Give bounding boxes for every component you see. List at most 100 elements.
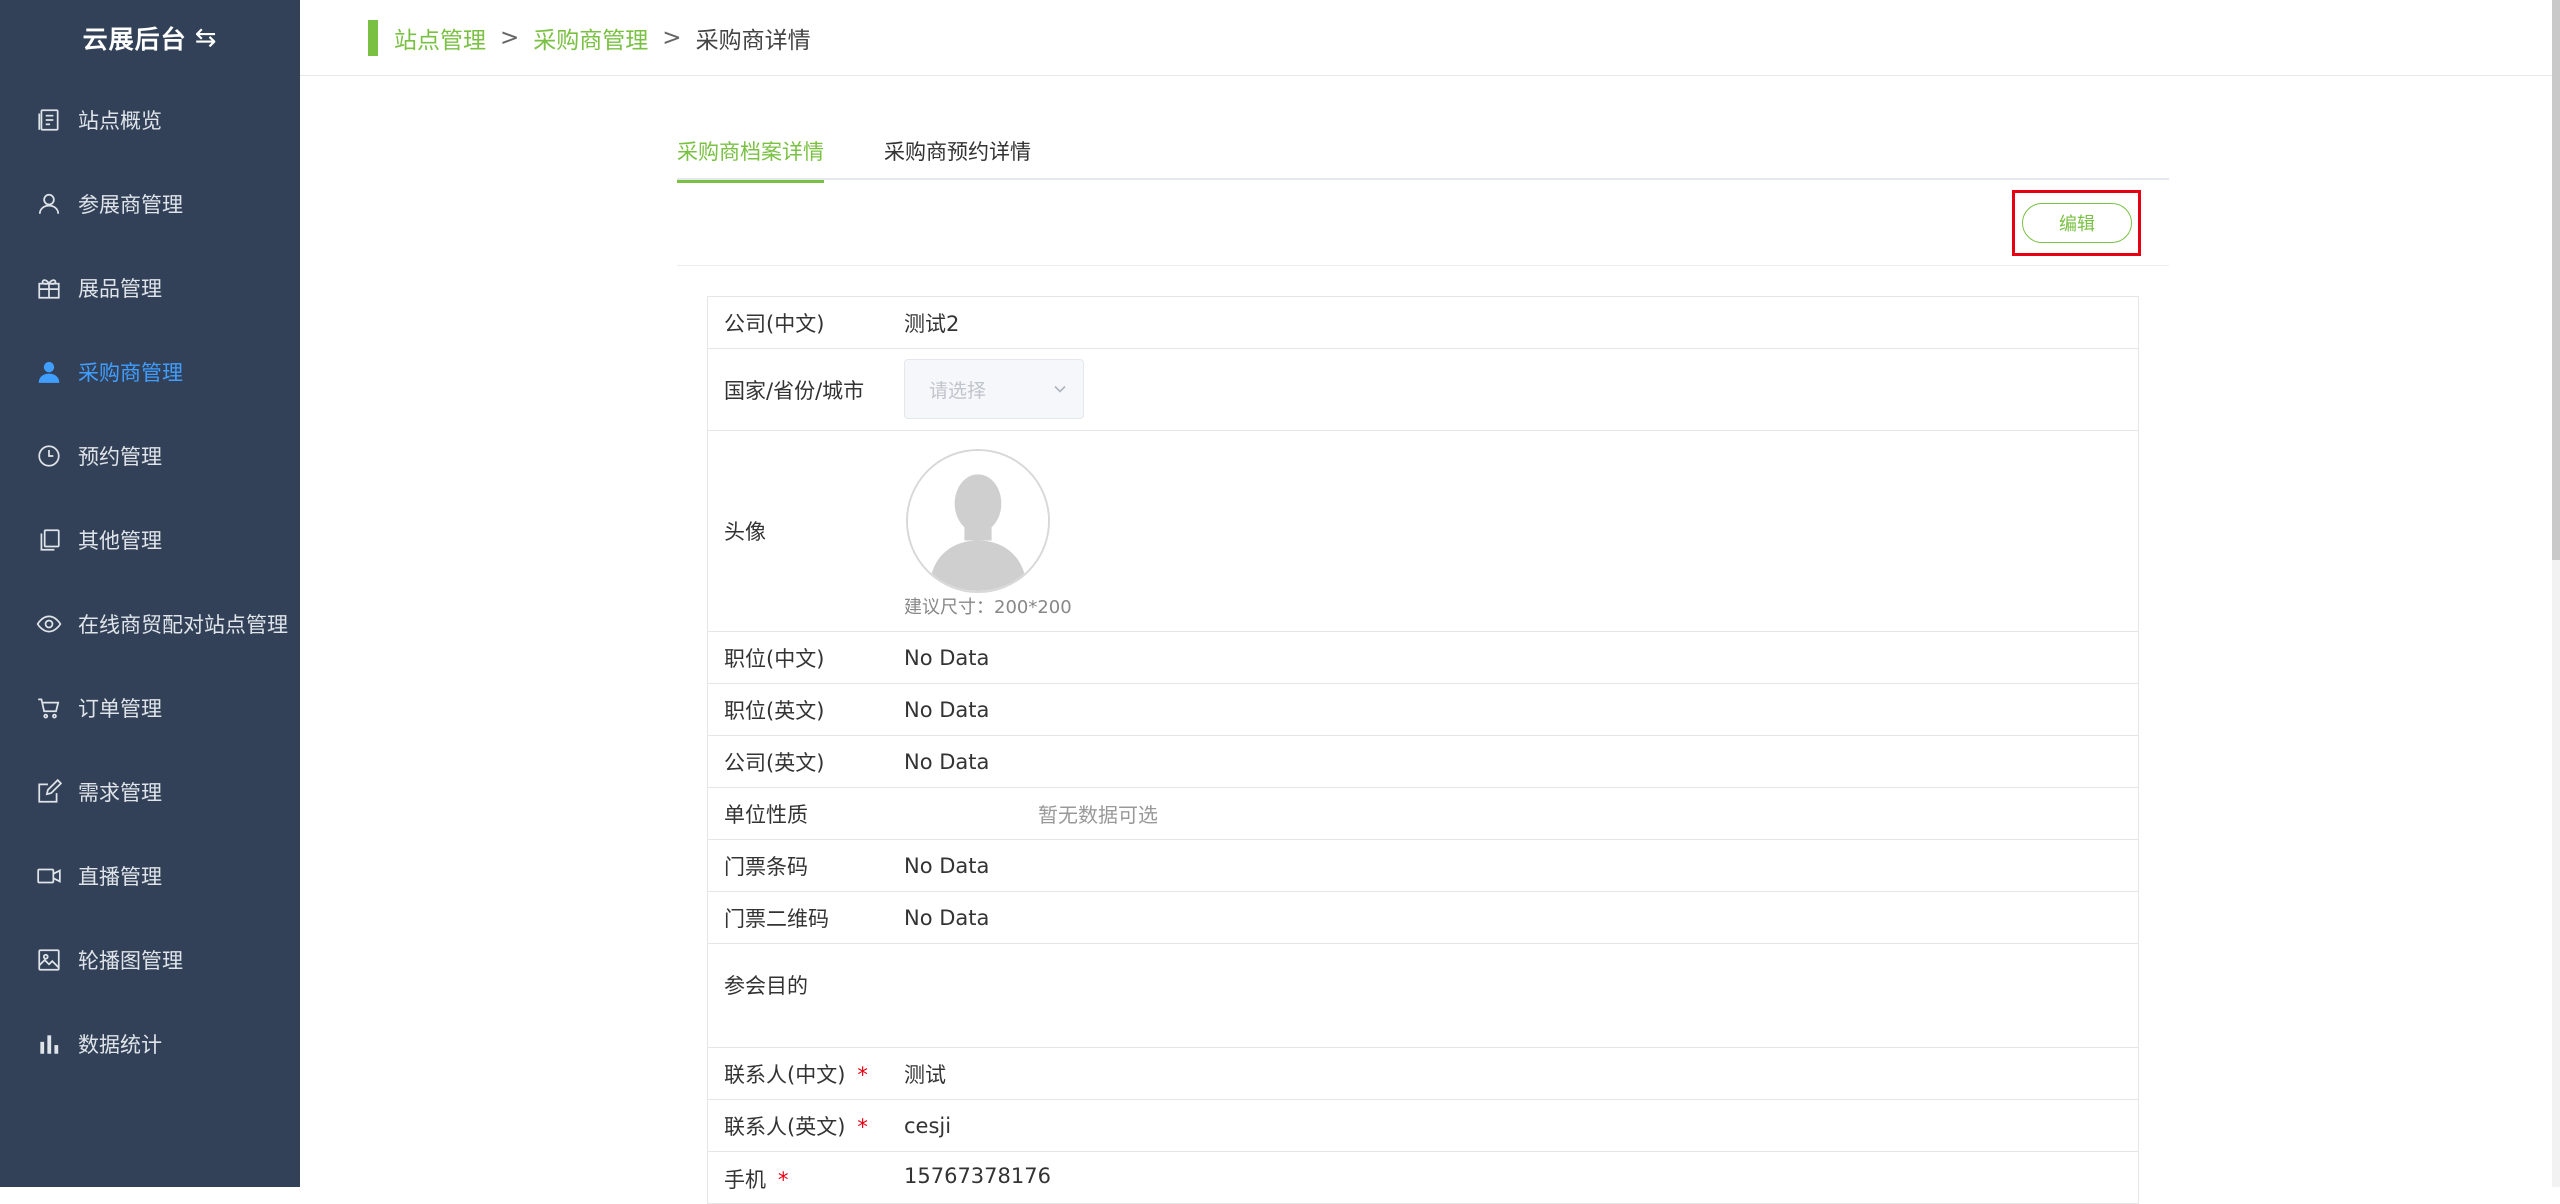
form-row-purpose: 参会目的 [708, 944, 2138, 1048]
required-mark: * [857, 1062, 868, 1087]
sidebar-item-label: 订单管理 [78, 697, 162, 721]
detail-tabs: 采购商档案详情 采购商预约详情 [677, 126, 2169, 183]
picture-icon [34, 945, 64, 975]
breadcrumb-accent-bar [368, 19, 378, 56]
edit-icon [34, 777, 64, 807]
region-select-placeholder: 请选择 [929, 379, 987, 402]
field-label: 门票二维码 [724, 906, 829, 931]
field-label-text: 手机 [724, 1168, 766, 1192]
app-brand: 云展后台 ⇆ [0, 0, 300, 76]
position-cn-value: No Data [904, 645, 990, 670]
swap-icon[interactable]: ⇆ [195, 23, 218, 53]
sidebar-item-label: 直播管理 [78, 865, 162, 889]
field-label: 头像 [724, 520, 766, 544]
field-label: 国家/省份/城市 [724, 378, 865, 403]
form-row-ticket-qrcode: 门票二维码 No Data [708, 892, 2138, 944]
avatar-upload[interactable] [906, 449, 1050, 593]
company-en-value: No Data [904, 749, 990, 774]
user-filled-icon [34, 357, 64, 387]
sidebar-item-label: 参展商管理 [78, 193, 183, 217]
form-row-company-cn: 公司(中文) 测试2 [708, 297, 2138, 349]
sidebar-item-exhibitors[interactable]: 参展商管理 [0, 162, 300, 246]
field-label: 联系人(中文) * [724, 1059, 868, 1089]
breadcrumb-buyer-management[interactable]: 采购商管理 [533, 21, 648, 55]
region-select[interactable]: 请选择 [904, 359, 1084, 419]
sidebar-item-label: 数据统计 [78, 1033, 162, 1057]
sidebar-item-label: 展品管理 [78, 277, 162, 301]
sidebar-item-label: 轮播图管理 [78, 949, 183, 973]
form-row-position-en: 职位(英文) No Data [708, 684, 2138, 736]
required-mark: * [857, 1114, 868, 1139]
cart-icon [34, 693, 64, 723]
gift-icon [34, 273, 64, 303]
field-label: 公司(中文) [724, 311, 825, 336]
field-label: 公司(英文) [724, 750, 825, 775]
chevron-down-icon [1054, 385, 1066, 393]
mobile-value: 15767378176 [904, 1164, 1051, 1188]
company-cn-value: 测试2 [904, 311, 960, 336]
sidebar-item-label: 其他管理 [78, 529, 162, 553]
breadcrumb-separator: > [662, 24, 682, 51]
form-row-contact-cn: 联系人(中文) * 测试 [708, 1048, 2138, 1100]
sidebar-item-label: 采购商管理 [78, 361, 183, 385]
sidebar-item-label: 预约管理 [78, 445, 162, 469]
field-label: 职位(英文) [724, 698, 825, 723]
ticket-barcode-value: No Data [904, 853, 990, 878]
form-row-mobile: 手机 * 15767378176 [708, 1152, 2138, 1204]
ticket-qrcode-value: No Data [904, 905, 990, 930]
form-row-avatar: 头像 建议尺寸：200*200 [708, 431, 2138, 632]
sidebar-item-demands[interactable]: 需求管理 [0, 750, 300, 834]
header: 站点管理 > 采购商管理 > 采购商详情 [300, 0, 2556, 76]
breadcrumb-site-management[interactable]: 站点管理 [394, 21, 486, 55]
eye-icon [34, 609, 64, 639]
sidebar-item-banners[interactable]: 轮播图管理 [0, 918, 300, 1002]
unit-type-empty-options: 暂无数据可选 [1038, 803, 1158, 827]
field-label: 联系人(英文) * [724, 1111, 868, 1141]
bar-chart-icon [34, 1029, 64, 1059]
buyer-detail-form: 公司(中文) 测试2 国家/省份/城市 请选择 头像 建议尺寸：200*200 … [707, 296, 2139, 1204]
site-overview-icon [34, 105, 64, 135]
clock-icon [34, 441, 64, 471]
user-outline-icon [34, 189, 64, 219]
field-label: 手机 * [724, 1164, 789, 1194]
sidebar-item-exhibits[interactable]: 展品管理 [0, 246, 300, 330]
position-en-value: No Data [904, 697, 990, 722]
form-row-region: 国家/省份/城市 请选择 [708, 349, 2138, 431]
sidebar-item-label: 站点概览 [78, 109, 162, 133]
avatar-size-hint: 建议尺寸：200*200 [904, 597, 1072, 618]
toolbar: 编辑 [677, 182, 2169, 266]
form-row-unit-type: 单位性质 暂无数据可选 [708, 788, 2138, 840]
form-row-position-cn: 职位(中文) No Data [708, 632, 2138, 684]
field-label: 参会目的 [724, 974, 808, 998]
default-avatar-icon [908, 451, 1048, 591]
form-row-company-en: 公司(英文) No Data [708, 736, 2138, 788]
video-camera-icon [34, 861, 64, 891]
app-title: 云展后台 [82, 25, 187, 54]
sidebar-item-statistics[interactable]: 数据统计 [0, 1002, 300, 1086]
field-label: 门票条码 [724, 854, 808, 879]
sidebar-item-label: 在线商贸配对站点管理 [78, 613, 288, 637]
form-row-ticket-barcode: 门票条码 No Data [708, 840, 2138, 892]
sidebar-item-bookings[interactable]: 预约管理 [0, 414, 300, 498]
sidebar-item-trade-matching[interactable]: 在线商贸配对站点管理 [0, 582, 300, 666]
scrollbar-thumb[interactable] [2552, 0, 2560, 560]
field-label: 职位(中文) [724, 646, 825, 671]
sidebar-item-other[interactable]: 其他管理 [0, 498, 300, 582]
sidebar-item-site-overview[interactable]: 站点概览 [0, 78, 300, 162]
page-scrollbar[interactable] [2552, 0, 2560, 1187]
sidebar: 云展后台 ⇆ 站点概览 参展商管理 展品管理 采购商管理 预约管理 其他管理 在… [0, 0, 300, 1187]
sidebar-item-orders[interactable]: 订单管理 [0, 666, 300, 750]
tab-buyer-profile[interactable]: 采购商档案详情 [677, 136, 824, 183]
contact-en-value: cesji [904, 1113, 952, 1138]
sidebar-item-buyers[interactable]: 采购商管理 [0, 330, 300, 414]
edit-button-highlight: 编辑 [2012, 190, 2141, 256]
required-mark: * [778, 1168, 789, 1192]
breadcrumb-current: 采购商详情 [695, 27, 811, 54]
edit-button[interactable]: 编辑 [2022, 203, 2132, 243]
field-label-text: 联系人(中文) [724, 1062, 846, 1087]
field-label-text: 联系人(英文) [724, 1114, 846, 1139]
tab-buyer-bookings[interactable]: 采购商预约详情 [884, 136, 1031, 180]
sidebar-item-live[interactable]: 直播管理 [0, 834, 300, 918]
sidebar-item-label: 需求管理 [78, 781, 162, 805]
form-row-contact-en: 联系人(英文) * cesji [708, 1100, 2138, 1152]
